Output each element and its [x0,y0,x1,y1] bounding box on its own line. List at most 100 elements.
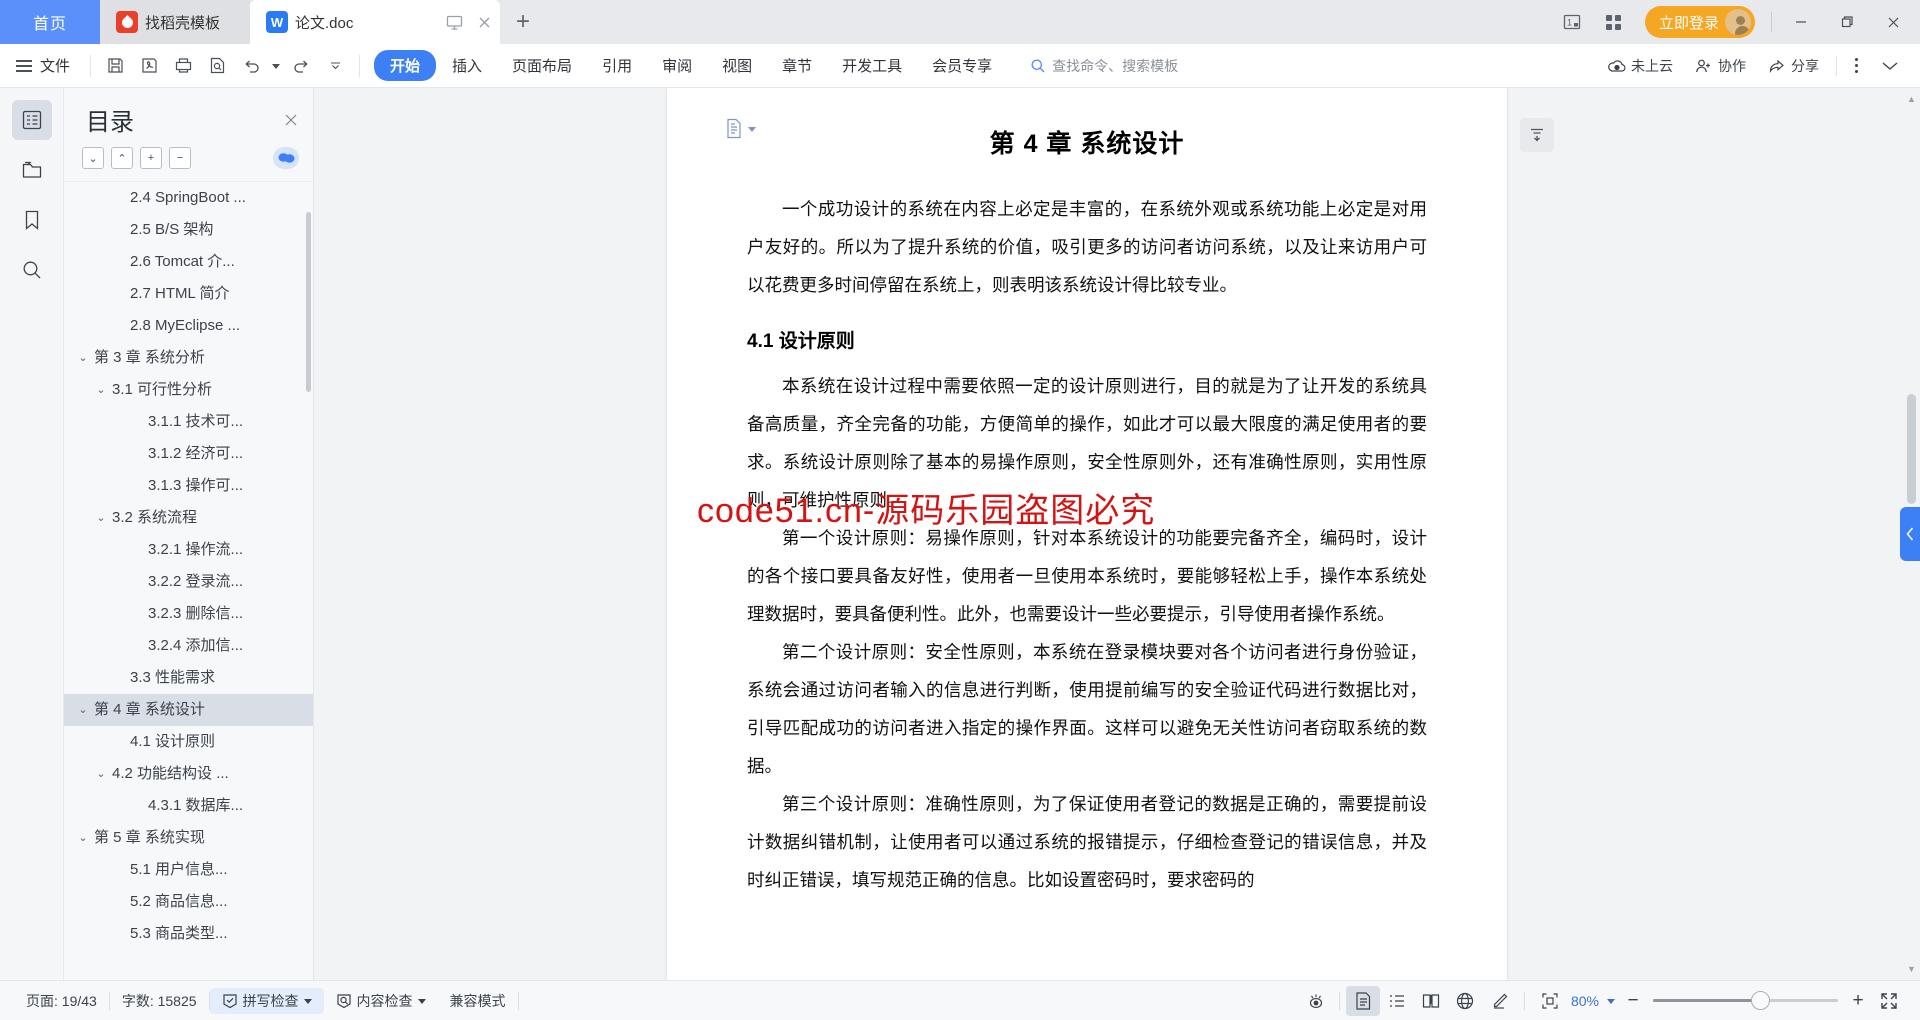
chevron-down-icon[interactable]: ⌄ [94,763,108,785]
outline-item[interactable]: ⌄3.2.1 操作流... [64,534,313,566]
login-button[interactable]: 立即登录 [1644,6,1755,38]
expand-all-button[interactable]: + [140,147,162,169]
page-indicator[interactable]: 页面: 19/43 [14,991,109,1011]
zoom-in-button[interactable]: + [1844,990,1872,1012]
comment-icon[interactable] [273,147,299,169]
outline-item[interactable]: ⌄3.2.4 添加信... [64,630,313,662]
tab-page-layout[interactable]: 页面布局 [498,50,586,81]
zoom-out-button[interactable]: − [1619,990,1647,1012]
page-view-icon[interactable] [1345,985,1380,1016]
side-panel-toggle[interactable] [1900,507,1920,561]
tab-document[interactable]: W 论文.doc [250,0,500,44]
print-preview-icon[interactable] [201,50,233,82]
redo-icon[interactable] [285,50,317,82]
outline-item[interactable]: ⌄2.6 Tomcat 介... [64,246,313,278]
compat-mode-label[interactable]: 兼容模式 [438,991,518,1011]
outline-view-icon[interactable] [1380,986,1414,1016]
content-check-button[interactable]: 内容检查 [324,991,438,1011]
ribbon-collapse-icon[interactable] [1870,60,1910,72]
outline-item[interactable]: ⌄3.1.3 操作可... [64,470,313,502]
tab-close-icon[interactable] [477,15,492,30]
outline-item[interactable]: ⌄3.1.2 经济可... [64,438,313,470]
content-check-dropdown-icon[interactable] [417,997,426,1005]
tab-references[interactable]: 引用 [588,50,646,81]
chevron-down-icon[interactable]: ⌄ [94,379,108,401]
undo-dropdown-icon[interactable] [269,50,283,82]
zoom-slider-knob[interactable] [1751,991,1770,1010]
single-window-icon[interactable]: 1 [1551,0,1593,44]
outline-item[interactable]: ⌄3.3 性能需求 [64,662,313,694]
share-button[interactable]: 分享 [1757,56,1830,76]
outline-item[interactable]: ⌄5.2 商品信息... [64,886,313,918]
outline-item[interactable]: ⌄3.2.3 删除信... [64,598,313,630]
outline-item[interactable]: ⌄ 3.2 系统流程 [64,502,313,534]
expand-down-button[interactable]: ⌄ [82,147,104,169]
outline-item[interactable]: ⌄2.5 B/S 架构 [64,214,313,246]
zoom-dropdown-icon[interactable] [1603,986,1619,1016]
rail-search-icon[interactable] [12,250,52,290]
collaborate-button[interactable]: 协作 [1684,56,1757,76]
tab-view[interactable]: 视图 [708,50,766,81]
eye-icon[interactable] [1299,986,1333,1016]
annotate-icon[interactable] [1482,986,1516,1016]
tab-find-templates[interactable]: 找稻壳模板 [100,0,250,44]
save-icon[interactable] [99,50,131,82]
undo-icon[interactable] [235,50,267,82]
chevron-down-icon[interactable]: ⌄ [94,507,108,529]
outline-item[interactable]: ⌄3.1.1 技术可... [64,406,313,438]
outline-item[interactable]: ⌄ 第 5 章 系统实现 [64,822,313,854]
outline-item[interactable]: ⌄4.1 设计原则 [64,726,313,758]
word-count[interactable]: 字数: 15825 [110,991,209,1011]
rail-outline-icon[interactable] [11,100,52,140]
scrollbar-thumb[interactable] [1907,394,1916,504]
scroll-up-arrow[interactable]: ▲ [1907,94,1916,104]
cloud-status-button[interactable]: 未上云 [1597,56,1684,76]
tab-monitor-icon[interactable] [446,14,463,31]
rail-bookmark-icon[interactable] [12,200,52,240]
outline-item[interactable]: ⌄2.4 SpringBoot ... [64,182,313,214]
zoom-slider-track[interactable] [1653,991,1838,1010]
outline-item[interactable]: ⌄ 第 3 章 系统分析 [64,342,313,374]
spell-check-button[interactable]: 拼写检查 [209,987,324,1014]
document-page[interactable]: 第 4 章 系统设计 一个成功设计的系统在内容上必定是丰富的，在系统外观或系统功… [667,88,1507,980]
spell-check-dropdown-icon[interactable] [303,997,312,1005]
search-input[interactable]: 查找命令、搜索模板 [1030,56,1178,76]
outline-close-icon[interactable] [283,112,299,128]
outline-item[interactable]: ⌄2.8 MyEclipse ... [64,310,313,342]
outline-list[interactable]: ⌄2.4 SpringBoot ...⌄2.5 B/S 架构⌄2.6 Tomca… [64,181,313,980]
outline-item[interactable]: ⌄5.3 商品类型... [64,918,313,950]
zoom-slider[interactable] [1653,991,1838,1010]
rail-folder-icon[interactable] [12,150,52,190]
reading-view-icon[interactable] [1414,986,1448,1016]
outline-scrollbar[interactable] [306,212,311,392]
file-menu-button[interactable]: 文件 [10,55,82,76]
tab-insert[interactable]: 插入 [438,50,496,81]
chevron-down-icon[interactable]: ⌄ [76,347,90,369]
maximize-button[interactable] [1824,0,1870,44]
tab-start[interactable]: 开始 [374,50,437,81]
home-tab[interactable]: 首页 [0,0,100,44]
ribbon-more-icon[interactable] [1843,57,1870,74]
new-tab-button[interactable]: + [500,0,546,44]
outline-item[interactable]: ⌄4.3.1 数据库... [64,790,313,822]
paragraph-style-marker-icon[interactable] [725,118,756,139]
outline-item[interactable]: ⌄ 第 4 章 系统设计 [64,694,313,726]
outline-item[interactable]: ⌄ 3.1 可行性分析 [64,374,313,406]
tab-member-exclusive[interactable]: 会员专享 [918,50,1006,81]
tab-review[interactable]: 审阅 [648,50,706,81]
outline-item[interactable]: ⌄5.1 用户信息... [64,854,313,886]
document-area[interactable]: 第 4 章 系统设计 一个成功设计的系统在内容上必定是丰富的，在系统外观或系统功… [314,88,1920,980]
outline-item[interactable]: ⌄ 4.2 功能结构设 ... [64,758,313,790]
collapse-all-button[interactable]: − [169,147,191,169]
print-icon[interactable] [167,50,199,82]
chevron-down-icon[interactable]: ⌄ [76,827,90,849]
app-grid-icon[interactable] [1593,0,1635,44]
collapse-up-button[interactable]: ⌃ [111,147,133,169]
quick-access-more-icon[interactable] [319,50,351,82]
tab-developer-tools[interactable]: 开发工具 [828,50,916,81]
web-view-icon[interactable] [1448,986,1482,1016]
tab-section[interactable]: 章节 [768,50,826,81]
zoom-level-label[interactable]: 80% [1567,993,1603,1009]
fullscreen-icon[interactable] [1872,986,1906,1016]
chevron-down-icon[interactable]: ⌄ [76,699,90,721]
